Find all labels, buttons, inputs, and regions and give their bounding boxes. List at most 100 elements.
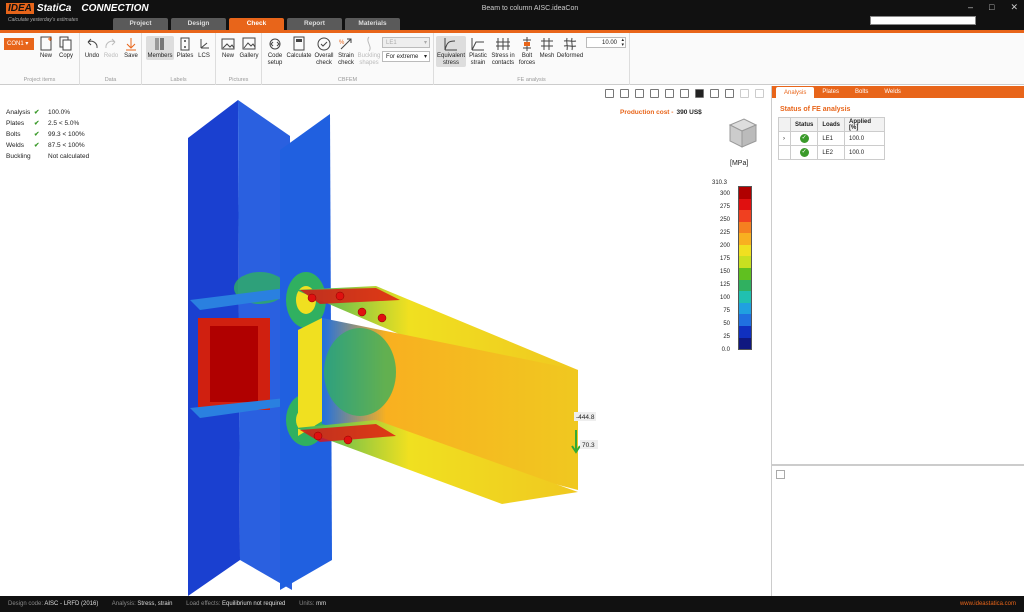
tab-materials[interactable]: Materials [345, 18, 400, 30]
tab-plates[interactable]: Plates [814, 86, 847, 98]
calculate-button[interactable]: Calculate [286, 36, 312, 60]
website-link[interactable]: www.ideastatica.com [960, 596, 1016, 612]
status-label: Analysis [6, 109, 31, 116]
load-case-select[interactable]: LE1 ▾ [382, 37, 430, 48]
tab-report[interactable]: Report [287, 18, 342, 30]
legend-ticks: 300 275 250 225 200 175 150 125 100 75 50 25 0.0 [706, 190, 730, 359]
column-header: Applied [%] [844, 117, 886, 132]
strain-check-button[interactable]: % Strain check [336, 36, 356, 67]
plastic-strain-button[interactable]: Plastic strain [467, 36, 489, 67]
status-bar: Design code: AISC - LRFD (2016) Analysis… [0, 596, 1024, 612]
legend-tick: 50 [723, 321, 730, 327]
buckling-icon [367, 36, 371, 52]
save-icon [126, 38, 136, 51]
close-icon[interactable]: ✕ [1010, 2, 1018, 13]
stress-curve-icon [444, 38, 457, 51]
contact-stress-icon [496, 38, 510, 50]
view-front-icon[interactable] [680, 89, 689, 98]
fit-view-icon[interactable] [725, 89, 734, 98]
product-name: CONNECTION [81, 3, 149, 14]
buckling-shapes-button[interactable]: Buckling shapes [357, 36, 381, 67]
load-cell: LE1 [817, 131, 846, 146]
legend-color-band [739, 244, 751, 257]
view-solid-icon[interactable] [695, 89, 704, 98]
strain-check-icon: % [339, 38, 352, 50]
check-icon: ✔ [34, 142, 40, 149]
legend-tick: 225 [719, 230, 730, 236]
legend-tick: 0.0 [721, 347, 730, 353]
analysis-type: Stress, strain [137, 601, 173, 607]
model-viewport[interactable]: -444.8 70.3 [0, 86, 768, 596]
connection-select[interactable]: CON1 ▾ [4, 38, 34, 50]
tab-check[interactable]: Check [229, 18, 284, 30]
lcs-toggle[interactable]: LCS [196, 36, 212, 60]
design-code: AISC - LRFD (2016) [44, 601, 99, 607]
tagline: Calculate yesterday's estimates [8, 17, 79, 23]
tab-bolts[interactable]: Bolts [847, 86, 876, 98]
ok-status-icon: ✓ [789, 131, 819, 146]
save-button[interactable]: Save [122, 36, 140, 60]
check-icon: ✔ [34, 131, 40, 138]
tab-design[interactable]: Design [171, 18, 226, 30]
members-toggle[interactable]: Members [146, 36, 174, 60]
minimize-icon[interactable]: – [968, 2, 973, 13]
legend-color-band [739, 291, 751, 303]
strain-curve-icon [471, 38, 484, 51]
redo-button[interactable]: Redo [102, 36, 120, 60]
calculator-icon [293, 36, 305, 51]
stress-in-contacts-button[interactable]: Stress in contacts [490, 36, 516, 67]
new-item-button[interactable]: New [38, 36, 54, 60]
results-panel: Analysis Plates Bolts Welds Status of FE… [771, 86, 1024, 464]
legend-color-band [739, 233, 751, 245]
rotate-icon[interactable] [620, 89, 629, 98]
copy-item-button[interactable]: Copy [56, 36, 76, 60]
mesh-button[interactable]: Mesh [538, 36, 556, 60]
extreme-select[interactable]: For extreme ▾ [382, 51, 430, 62]
new-document-icon [40, 36, 52, 51]
view-wire-icon[interactable] [710, 89, 719, 98]
view-3d-icon[interactable] [665, 89, 674, 98]
window-title: Beam to column AISC.ideaCon [481, 5, 579, 12]
plates-toggle[interactable]: Plates [176, 36, 194, 60]
applied-cell: 100.0 [844, 145, 886, 160]
mesh-icon [541, 38, 553, 50]
legend-color-band [739, 256, 751, 269]
legend-tick: 250 [719, 217, 730, 223]
tab-project[interactable]: Project [113, 18, 168, 30]
table-row[interactable]: › ✓ LE1 100.0 [778, 131, 886, 146]
undo-button[interactable]: Undo [83, 36, 101, 60]
new-picture-button[interactable]: New [219, 36, 237, 60]
select-icon[interactable] [635, 89, 644, 98]
expand-icon[interactable] [776, 470, 785, 479]
pan-icon[interactable] [650, 89, 659, 98]
overall-check-button[interactable]: Overall check [313, 36, 335, 67]
home-view-icon[interactable] [755, 89, 764, 98]
legend-tick: 275 [719, 204, 730, 210]
legend-color-band [739, 325, 751, 338]
check-icon: ✔ [34, 120, 40, 127]
search-input[interactable] [870, 16, 976, 25]
table-row[interactable]: ✓ LE2 100.0 [778, 145, 886, 160]
zoom-extents-icon[interactable] [605, 89, 614, 98]
legend-tick: 75 [723, 308, 730, 314]
gallery-button[interactable]: Gallery [238, 36, 260, 60]
deformed-button[interactable]: Deformed [556, 36, 584, 60]
deformed-mesh-icon [563, 37, 577, 51]
redo-icon [105, 38, 116, 49]
equivalent-stress-button[interactable]: Equivalent stress [436, 36, 466, 67]
maximize-icon[interactable]: □ [989, 2, 994, 13]
navigation-cube-icon[interactable] [722, 113, 762, 153]
legend-tick: 150 [719, 269, 730, 275]
overall-check-icon [317, 37, 331, 51]
deformation-scale-stepper[interactable]: 10.00 ▴ ▾ [586, 37, 626, 48]
status-value: 2.5 < 5.0% [48, 120, 80, 127]
move-icon[interactable] [740, 89, 749, 98]
row-expand-icon[interactable]: › [778, 131, 791, 146]
beam-web-stress-zone [324, 328, 396, 416]
tab-analysis[interactable]: Analysis [776, 87, 815, 98]
bolt-forces-button[interactable]: Bolt forces [517, 36, 537, 67]
legend-color-bar [738, 186, 752, 350]
status-value: Not calculated [48, 153, 90, 160]
tab-welds[interactable]: Welds [876, 86, 909, 98]
code-setup-button[interactable]: Code setup [264, 36, 286, 67]
